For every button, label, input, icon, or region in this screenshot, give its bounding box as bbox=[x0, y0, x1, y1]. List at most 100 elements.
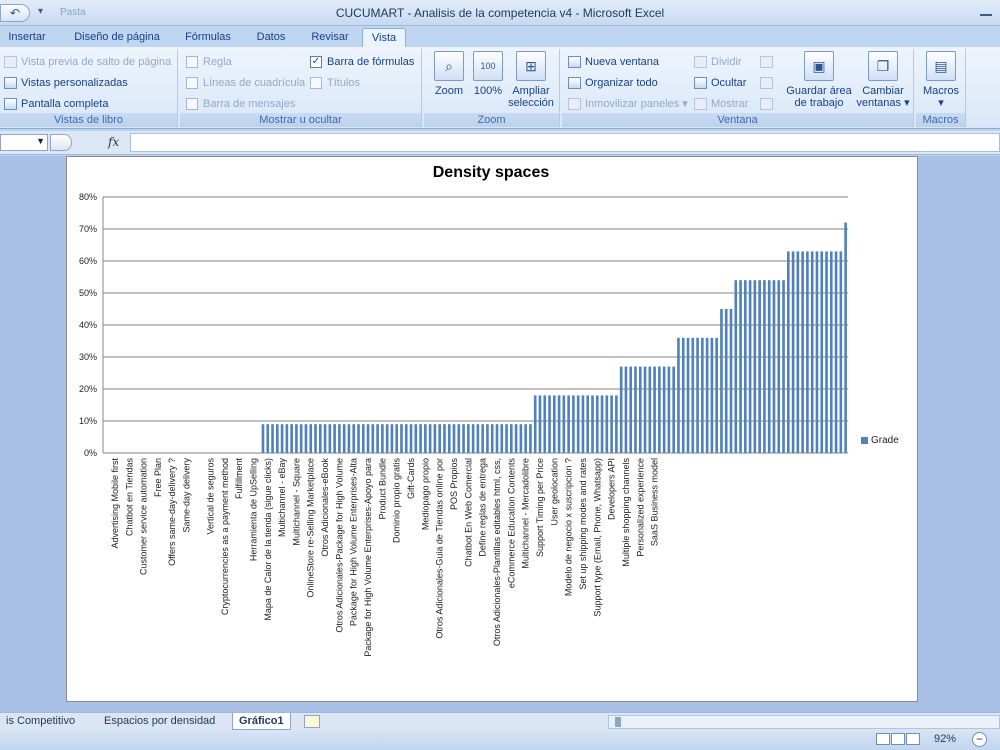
reset-position-icon[interactable] bbox=[760, 95, 777, 113]
tab-datos[interactable]: Datos bbox=[246, 28, 296, 47]
chart-bar bbox=[839, 251, 843, 453]
minimize-icon[interactable] bbox=[980, 6, 992, 16]
x-tick-label: Mapa de Calor de la tienda (sigue clicks… bbox=[263, 458, 273, 621]
y-tick-label: 30% bbox=[79, 352, 97, 362]
sheet-tab-grafico1[interactable]: Gráfico1 bbox=[232, 713, 291, 730]
chart-bar bbox=[581, 395, 585, 453]
chart-bar bbox=[314, 424, 317, 453]
chart-bar bbox=[462, 424, 465, 453]
chevron-down-icon: ▾ bbox=[938, 97, 944, 109]
y-tick-label: 70% bbox=[79, 224, 97, 234]
mostrar-button[interactable]: Mostrar bbox=[694, 95, 748, 113]
macros-button[interactable]: ▤ Macros ▾ bbox=[920, 51, 962, 109]
chart-bar bbox=[643, 366, 647, 453]
dividir-button[interactable]: Dividir bbox=[694, 53, 742, 71]
group-vistas-libro: Vista previa de salto de página Vistas p… bbox=[0, 49, 178, 127]
vistas-personalizadas-button[interactable]: Vistas personalizadas bbox=[4, 74, 128, 92]
inmovilizar-paneles-button[interactable]: Inmovilizar paneles ▾ bbox=[568, 95, 688, 113]
chart-bar bbox=[409, 424, 413, 453]
hide-window-icon bbox=[694, 77, 707, 90]
sheet-tab-competitivo[interactable]: is Competitivo bbox=[0, 713, 81, 730]
zoom-level[interactable]: 92% bbox=[934, 733, 956, 745]
sheet-tab-espacios[interactable]: Espacios por densidad bbox=[98, 713, 221, 730]
tab-vista[interactable]: Vista bbox=[362, 28, 406, 47]
x-tick-label: User geolocation bbox=[549, 458, 559, 526]
tab-diseno-pagina[interactable]: Diseño de página bbox=[62, 28, 172, 47]
formula-bar: ▼ fx bbox=[0, 131, 1000, 155]
x-tick-label: Modelo de negocio x suscripcion ? bbox=[564, 458, 574, 596]
insert-function-icon[interactable]: fx bbox=[108, 135, 119, 149]
chevron-down-icon[interactable]: ▼ bbox=[36, 136, 45, 146]
zoom-button[interactable]: ⌕ Zoom bbox=[430, 51, 468, 97]
chart-bar bbox=[304, 424, 308, 453]
chart-bar bbox=[361, 424, 365, 453]
chart-bar bbox=[686, 337, 690, 453]
chart-bar bbox=[338, 424, 341, 453]
chart-bar bbox=[667, 366, 671, 453]
cambiar-ventanas-button[interactable]: ❐ Cambiar ventanas ▾ bbox=[854, 51, 912, 109]
chart-bar bbox=[748, 280, 752, 453]
zoom-selection-icon: ⊞ bbox=[516, 51, 546, 81]
chart-bar bbox=[562, 395, 566, 453]
chart-bar bbox=[753, 280, 757, 453]
x-tick-label: Mediopago propio bbox=[420, 458, 430, 530]
chart-bar bbox=[328, 424, 332, 453]
regla-checkbox[interactable]: Regla bbox=[186, 53, 232, 71]
chevron-down-icon: ▾ bbox=[679, 98, 688, 110]
chart-area[interactable]: Density spaces 0% 10% 20% 30% 40% 50% 60% 70% 80… bbox=[66, 156, 918, 702]
sync-scroll-icon[interactable] bbox=[760, 74, 777, 92]
chart-bar bbox=[490, 424, 494, 453]
chart-bar bbox=[285, 424, 289, 453]
tab-formulas[interactable]: Fórmulas bbox=[178, 28, 238, 47]
normal-view-icon[interactable] bbox=[876, 733, 890, 745]
chart-bar bbox=[705, 337, 709, 453]
chart-bar bbox=[404, 424, 408, 453]
ocultar-button[interactable]: Ocultar bbox=[694, 74, 746, 92]
chart-bar bbox=[701, 337, 704, 453]
zoom-out-icon[interactable]: − bbox=[972, 732, 987, 747]
chart-bar bbox=[734, 280, 738, 453]
chart-workspace: Density spaces 0% 10% 20% 30% 40% 50% 60% 70% 80… bbox=[0, 156, 1000, 712]
lineas-cuadricula-checkbox[interactable]: Líneas de cuadrícula bbox=[186, 74, 305, 92]
chart-bar bbox=[524, 424, 527, 453]
tab-revisar[interactable]: Revisar bbox=[304, 28, 356, 47]
side-by-side-icon[interactable] bbox=[760, 53, 777, 71]
chart-bar bbox=[505, 424, 508, 453]
formula-input[interactable] bbox=[130, 133, 1000, 152]
x-tick-label: Herramienta de UpSelling bbox=[248, 458, 258, 561]
ampliar-seleccion-button[interactable]: ⊞ Ampliar selección bbox=[506, 51, 556, 109]
title-bar: ↶ ▾ Pasta CUCUMART - Analisis de la comp… bbox=[0, 0, 1000, 26]
scrollbar-handle[interactable] bbox=[615, 717, 621, 727]
nueva-ventana-button[interactable]: Nueva ventana bbox=[568, 53, 659, 71]
organizar-todo-button[interactable]: Organizar todo bbox=[568, 74, 658, 92]
page-layout-view-icon[interactable] bbox=[891, 733, 905, 745]
status-bar: 92% − bbox=[0, 730, 1000, 750]
chart-bar bbox=[844, 222, 847, 453]
horizontal-scrollbar[interactable] bbox=[608, 715, 1000, 729]
chart-bar bbox=[576, 395, 580, 453]
chart-bar bbox=[629, 366, 633, 453]
barra-mensajes-checkbox[interactable]: Barra de mensajes bbox=[186, 95, 295, 113]
chart-bar bbox=[333, 424, 336, 453]
tab-insertar[interactable]: Insertar bbox=[0, 28, 54, 47]
pantalla-completa-button[interactable]: Pantalla completa bbox=[4, 95, 108, 113]
y-tick-label: 0% bbox=[84, 448, 97, 458]
mensajes-checkbox-box bbox=[186, 98, 198, 111]
chart-bar bbox=[467, 424, 470, 453]
insert-sheet-icon[interactable] bbox=[304, 715, 320, 728]
group-zoom: ⌕ Zoom 100 100% ⊞ Ampliar selección Zoom bbox=[424, 49, 560, 127]
name-box[interactable]: ▼ bbox=[0, 134, 48, 151]
new-window-icon bbox=[568, 56, 581, 69]
barra-formulas-checkbox[interactable]: ✓ Barra de fórmulas bbox=[310, 53, 414, 71]
chart-bar bbox=[376, 424, 379, 453]
zoom-100-button[interactable]: 100 100% bbox=[470, 51, 506, 97]
formula-cancel-icon[interactable] bbox=[50, 134, 72, 151]
titulos-checkbox[interactable]: Títulos bbox=[310, 74, 360, 92]
page-break-view-icon[interactable] bbox=[906, 733, 920, 745]
vista-previa-salto-button[interactable]: Vista previa de salto de página bbox=[4, 53, 171, 71]
chart-bar bbox=[744, 280, 747, 453]
chart-bar bbox=[318, 424, 322, 453]
chart-bar bbox=[557, 395, 561, 453]
guardar-area-button[interactable]: ▣ Guardar área de trabajo bbox=[784, 51, 854, 109]
chart-bar bbox=[529, 424, 532, 453]
